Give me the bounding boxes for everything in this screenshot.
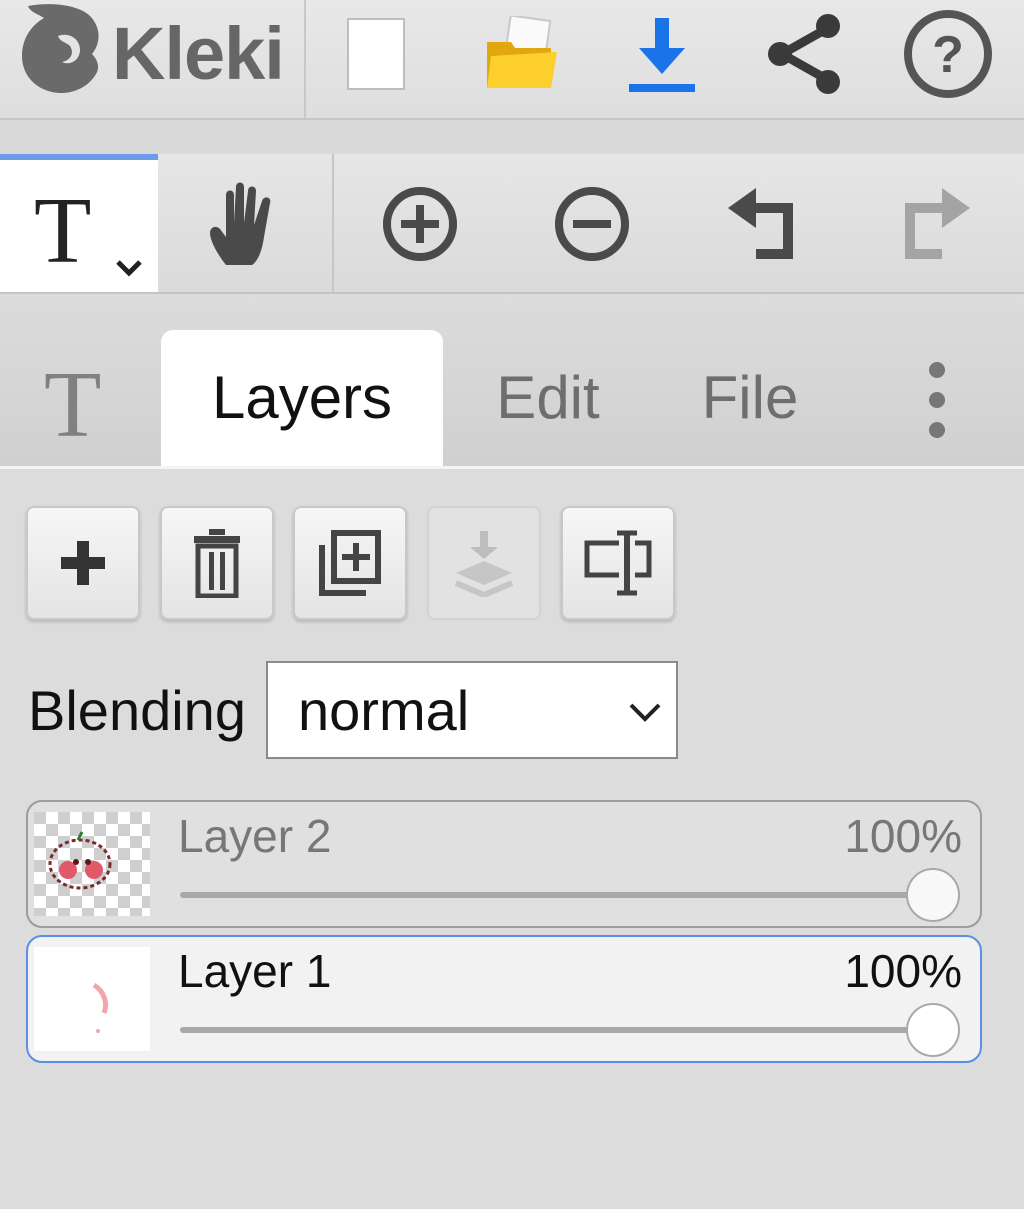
opacity-slider-track[interactable] — [180, 892, 940, 898]
new-image-button[interactable] — [326, 4, 426, 104]
open-folder-icon — [487, 16, 557, 88]
layer-opacity-value: 100% — [844, 810, 962, 862]
help-icon: ? — [904, 10, 992, 98]
text-tool-icon: T — [34, 179, 92, 283]
share-button[interactable] — [754, 4, 854, 104]
chevron-down-icon[interactable] — [114, 258, 144, 278]
merge-down-button[interactable] — [427, 506, 541, 620]
svg-text:?: ? — [932, 26, 964, 84]
download-icon — [629, 18, 695, 92]
duplicate-icon — [319, 530, 381, 596]
zoom-out-button[interactable] — [542, 174, 642, 274]
app-title: Kleki — [112, 12, 285, 95]
chevron-down-icon — [629, 703, 661, 722]
tab-edit[interactable]: Edit — [472, 330, 624, 466]
trash-icon — [194, 529, 240, 598]
layer-name: Layer 2 — [178, 810, 332, 862]
layer-row-1[interactable]: Layer 1 100% — [26, 935, 982, 1063]
layer-opacity-value: 100% — [844, 945, 962, 997]
delete-layer-button[interactable] — [160, 506, 274, 620]
kleki-logo-icon — [22, 4, 99, 94]
tab-file[interactable]: File — [680, 330, 820, 466]
merge-layers-icon — [454, 531, 514, 597]
redo-button[interactable] — [884, 174, 984, 274]
blending-value: normal — [298, 679, 470, 742]
toolbar-divider — [332, 154, 334, 292]
opacity-slider-track[interactable] — [180, 1027, 940, 1033]
zoom-out-icon — [555, 187, 629, 261]
duplicate-layer-button[interactable] — [293, 506, 407, 620]
hand-icon — [210, 182, 271, 265]
redo-icon — [905, 188, 970, 259]
top-bar: Kleki ? — [0, 0, 1024, 120]
rename-icon — [584, 530, 652, 596]
opacity-slider-handle[interactable] — [906, 868, 960, 922]
tab-text-tool-icon[interactable]: T — [44, 358, 101, 452]
layer-row-2[interactable]: Layer 2 100% — [26, 800, 982, 928]
zoom-in-icon — [383, 187, 457, 261]
tab-layers[interactable]: Layers — [161, 330, 443, 466]
app-logo: Kleki — [0, 0, 306, 118]
layer-thumbnail — [34, 812, 150, 916]
text-tool-button[interactable]: T — [0, 154, 158, 292]
blending-label: Blending — [28, 679, 246, 742]
plus-icon — [61, 541, 105, 585]
layer-thumbnail — [34, 947, 150, 1051]
new-image-icon — [347, 18, 405, 90]
hand-tool-button[interactable] — [192, 174, 292, 274]
share-icon — [768, 14, 840, 94]
download-button[interactable] — [612, 4, 712, 104]
blending-select[interactable]: normal — [266, 661, 678, 759]
add-layer-button[interactable] — [26, 506, 140, 620]
zoom-in-button[interactable] — [370, 174, 470, 274]
tool-bar: T — [0, 154, 1024, 294]
rename-layer-button[interactable] — [561, 506, 675, 620]
help-button[interactable]: ? — [898, 4, 998, 104]
open-file-button[interactable] — [472, 4, 572, 104]
layer-name: Layer 1 — [178, 945, 332, 997]
more-options-icon[interactable] — [920, 362, 954, 438]
spacer-strip — [0, 120, 1024, 154]
opacity-slider-handle[interactable] — [906, 1003, 960, 1057]
undo-icon — [728, 188, 793, 259]
undo-button[interactable] — [714, 174, 814, 274]
